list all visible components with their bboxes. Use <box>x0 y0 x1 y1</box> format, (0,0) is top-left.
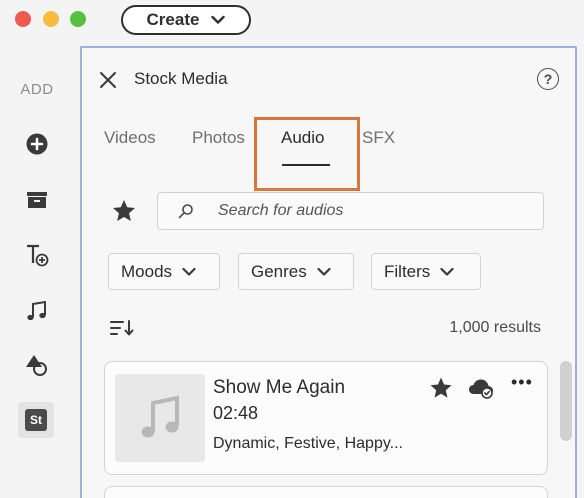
audio-duration: 02:48 <box>213 403 259 423</box>
close-window-button[interactable] <box>15 11 31 27</box>
archive-button[interactable] <box>20 183 54 217</box>
chevron-down-icon <box>182 267 196 276</box>
favorites-star-icon[interactable] <box>111 198 137 224</box>
create-button[interactable]: Create <box>121 5 251 35</box>
left-rail: ADD St <box>0 46 80 498</box>
tab-videos[interactable]: Videos <box>104 128 156 148</box>
tab-sfx[interactable]: SFX <box>362 128 395 148</box>
more-options-icon[interactable]: ••• <box>511 373 533 397</box>
audio-tab-highlight <box>254 117 360 191</box>
genres-label: Genres <box>251 261 307 281</box>
chevron-down-icon <box>317 267 331 276</box>
search-field[interactable] <box>157 192 544 230</box>
add-audio-button[interactable] <box>20 294 54 328</box>
close-icon[interactable] <box>98 70 118 90</box>
search-input[interactable] <box>218 199 518 223</box>
archive-icon <box>27 192 47 208</box>
tab-photos[interactable]: Photos <box>192 128 245 148</box>
minimize-window-button[interactable] <box>43 11 59 27</box>
music-note-icon <box>141 395 179 438</box>
stock-media-panel: Stock Media ? Videos Photos Audio SFX Mo… <box>80 46 577 498</box>
results-count: 1,000 results <box>449 319 541 336</box>
genres-dropdown[interactable]: Genres <box>238 253 354 290</box>
panel-title: Stock Media <box>134 69 228 88</box>
add-shapes-button[interactable] <box>20 348 54 382</box>
results-scrollbar[interactable] <box>560 361 572 441</box>
create-button-label: Create <box>146 10 200 29</box>
panel-header: Stock Media ? <box>82 48 575 110</box>
help-icon[interactable]: ? <box>537 68 559 90</box>
filters-dropdown[interactable]: Filters <box>371 253 481 290</box>
chevron-down-icon <box>211 15 226 24</box>
cloud-check-icon[interactable] <box>467 377 495 399</box>
audio-result-card-next[interactable] <box>104 486 548 498</box>
audio-tags: Dynamic, Festive, Happy... <box>213 435 403 452</box>
text-add-icon <box>27 244 49 267</box>
favorite-star-icon[interactable] <box>429 376 453 400</box>
title-bar: Create <box>0 0 584 46</box>
add-text-button[interactable] <box>20 238 54 272</box>
plus-circle-icon <box>26 133 48 155</box>
shapes-icon <box>26 355 47 376</box>
stock-media-button[interactable]: St <box>18 402 54 438</box>
audio-result-card[interactable]: Show Me Again 02:48 Dynamic, Festive, Ha… <box>104 361 548 475</box>
rail-add-label: ADD <box>20 81 54 98</box>
filters-label: Filters <box>384 261 431 281</box>
maximize-window-button[interactable] <box>70 11 86 27</box>
chevron-down-icon <box>440 267 454 276</box>
moods-dropdown[interactable]: Moods <box>108 253 220 290</box>
moods-label: Moods <box>121 261 173 281</box>
audio-title: Show Me Again <box>213 377 346 398</box>
stock-icon: St <box>25 409 47 431</box>
add-media-button[interactable] <box>20 127 54 161</box>
audio-thumbnail <box>115 374 205 462</box>
sort-icon[interactable] <box>110 319 134 337</box>
search-icon <box>178 204 193 219</box>
music-note-icon <box>27 300 46 321</box>
